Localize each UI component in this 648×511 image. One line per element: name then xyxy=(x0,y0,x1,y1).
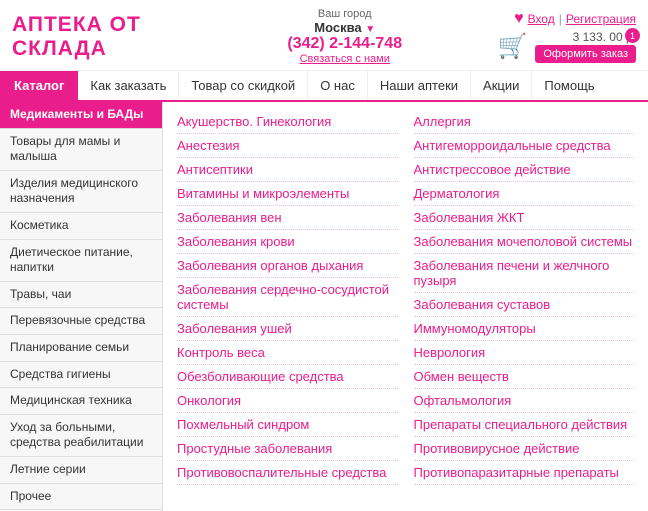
list-item[interactable]: Онкология xyxy=(177,389,398,413)
list-item[interactable]: Офтальмология xyxy=(414,389,635,413)
nav-item-promotions[interactable]: Акции xyxy=(471,71,532,100)
content: Акушерство. Гинекология Анестезия Антисе… xyxy=(163,102,648,511)
list-item[interactable]: Заболевания печени и желчного пузыря xyxy=(414,254,635,293)
right-column: Аллергия Антигеморроидальные средства Ан… xyxy=(414,110,635,485)
contact-link[interactable]: Связаться с нами xyxy=(287,53,402,65)
list-item[interactable]: Простудные заболевания xyxy=(177,437,398,461)
list-item[interactable]: Противопаразитарные препараты xyxy=(414,461,635,485)
nav-item-discounts[interactable]: Товар со скидкой xyxy=(179,71,308,100)
nav-item-about[interactable]: О нас xyxy=(308,71,368,100)
cart-icon: 🛒 xyxy=(497,32,527,61)
list-item[interactable]: Акушерство. Гинекология xyxy=(177,110,398,134)
cart-badge: 1 xyxy=(625,28,640,43)
list-item[interactable]: Антигеморроидальные средства xyxy=(414,134,635,158)
list-item[interactable]: Заболевания органов дыхания xyxy=(177,254,398,278)
left-column: Акушерство. Гинекология Анестезия Антисе… xyxy=(177,110,398,485)
city-label: Ваш город xyxy=(287,8,402,20)
list-item[interactable]: Заболевания вен xyxy=(177,206,398,230)
list-item[interactable]: Заболевания суставов xyxy=(414,293,635,317)
sidebar-item-herbs[interactable]: Травы, чаи xyxy=(0,282,162,309)
sidebar-item-medical-devices[interactable]: Изделия медицинского назначения xyxy=(0,171,162,213)
logo[interactable]: АПТЕКА ОТ СКЛАДА xyxy=(12,13,192,59)
navbar: Каталог Как заказать Товар со скидкой О … xyxy=(0,71,648,102)
list-item[interactable]: Препараты специального действия xyxy=(414,413,635,437)
list-item[interactable]: Контроль веса xyxy=(177,341,398,365)
list-item[interactable]: Обезболивающие средства xyxy=(177,365,398,389)
sidebar: Медикаменты и БАДы Товары для мамы и мал… xyxy=(0,102,163,511)
nav-item-help[interactable]: Помощь xyxy=(532,71,606,100)
category-grid: Акушерство. Гинекология Анестезия Антисе… xyxy=(177,110,634,485)
list-item[interactable]: Противовирусное действие xyxy=(414,437,635,461)
sidebar-item-bandage[interactable]: Перевязочные средства xyxy=(0,308,162,335)
list-item[interactable]: Антисептики xyxy=(177,158,398,182)
list-item[interactable]: Похмельный синдром xyxy=(177,413,398,437)
sidebar-item-cosmetics[interactable]: Косметика xyxy=(0,213,162,240)
list-item[interactable]: Заболевания ушей xyxy=(177,317,398,341)
auth-links: ♥ Вход | Регистрация xyxy=(514,10,636,28)
login-link[interactable]: Вход xyxy=(528,12,555,26)
city-arrow-icon: ▼ xyxy=(365,24,375,35)
heart-icon: ♥ xyxy=(514,10,524,28)
sidebar-item-family[interactable]: Планирование семьи xyxy=(0,335,162,362)
list-item[interactable]: Заболевания сердечно-сосудистой системы xyxy=(177,278,398,317)
list-item[interactable]: Неврология xyxy=(414,341,635,365)
list-item[interactable]: Заболевания крови xyxy=(177,230,398,254)
sidebar-item-other[interactable]: Прочее xyxy=(0,484,162,511)
list-item[interactable]: Аллергия xyxy=(414,110,635,134)
nav-item-pharmacies[interactable]: Наши аптеки xyxy=(368,71,471,100)
list-item[interactable]: Дерматология xyxy=(414,182,635,206)
list-item[interactable]: Заболевания мочеполовой системы xyxy=(414,230,635,254)
city-name: Москва xyxy=(314,20,361,35)
list-item[interactable]: Анестезия xyxy=(177,134,398,158)
cart-area[interactable]: 🛒 1 3 133. 00 р. Оформить заказ xyxy=(497,30,636,63)
main-layout: Медикаменты и БАДы Товары для мамы и мал… xyxy=(0,102,648,511)
list-item[interactable]: Антистрессовое действие xyxy=(414,158,635,182)
register-link[interactable]: Регистрация xyxy=(566,12,636,26)
header-right: ♥ Вход | Регистрация 🛒 1 3 133. 00 р. Оф… xyxy=(497,10,636,63)
sidebar-item-summer[interactable]: Летние серии xyxy=(0,457,162,484)
price: 3 133. 00 р. xyxy=(535,30,636,44)
header: АПТЕКА ОТ СКЛАДА Ваш город Москва ▼ (342… xyxy=(0,0,648,71)
list-item[interactable]: Заболевания ЖКТ xyxy=(414,206,635,230)
nav-item-howtoorder[interactable]: Как заказать xyxy=(78,71,179,100)
order-button[interactable]: Оформить заказ xyxy=(535,45,636,63)
nav-item-catalog[interactable]: Каталог xyxy=(0,71,78,100)
sidebar-item-diet[interactable]: Диетическое питание, напитки xyxy=(0,240,162,282)
sidebar-item-hygiene[interactable]: Средства гигиены xyxy=(0,362,162,389)
list-item[interactable]: Иммуномодуляторы xyxy=(414,317,635,341)
order-info: 3 133. 00 р. Оформить заказ xyxy=(535,30,636,63)
sidebar-item-medical-tech[interactable]: Медицинская техника xyxy=(0,388,162,415)
header-center: Ваш город Москва ▼ (342) 2-144-748 Связа… xyxy=(287,8,402,65)
list-item[interactable]: Противовоспалительные средства xyxy=(177,461,398,485)
list-item[interactable]: Обмен веществ xyxy=(414,365,635,389)
list-item[interactable]: Витамины и микроэлементы xyxy=(177,182,398,206)
sidebar-item-mama[interactable]: Товары для мамы и малыша xyxy=(0,129,162,171)
phone[interactable]: (342) 2-144-748 xyxy=(287,35,402,53)
auth-separator: | xyxy=(559,12,562,26)
city-selector[interactable]: Москва ▼ xyxy=(287,20,402,35)
sidebar-item-care[interactable]: Уход за больными, средства реабилитации xyxy=(0,415,162,457)
sidebar-item-medikamenty[interactable]: Медикаменты и БАДы xyxy=(0,102,162,129)
